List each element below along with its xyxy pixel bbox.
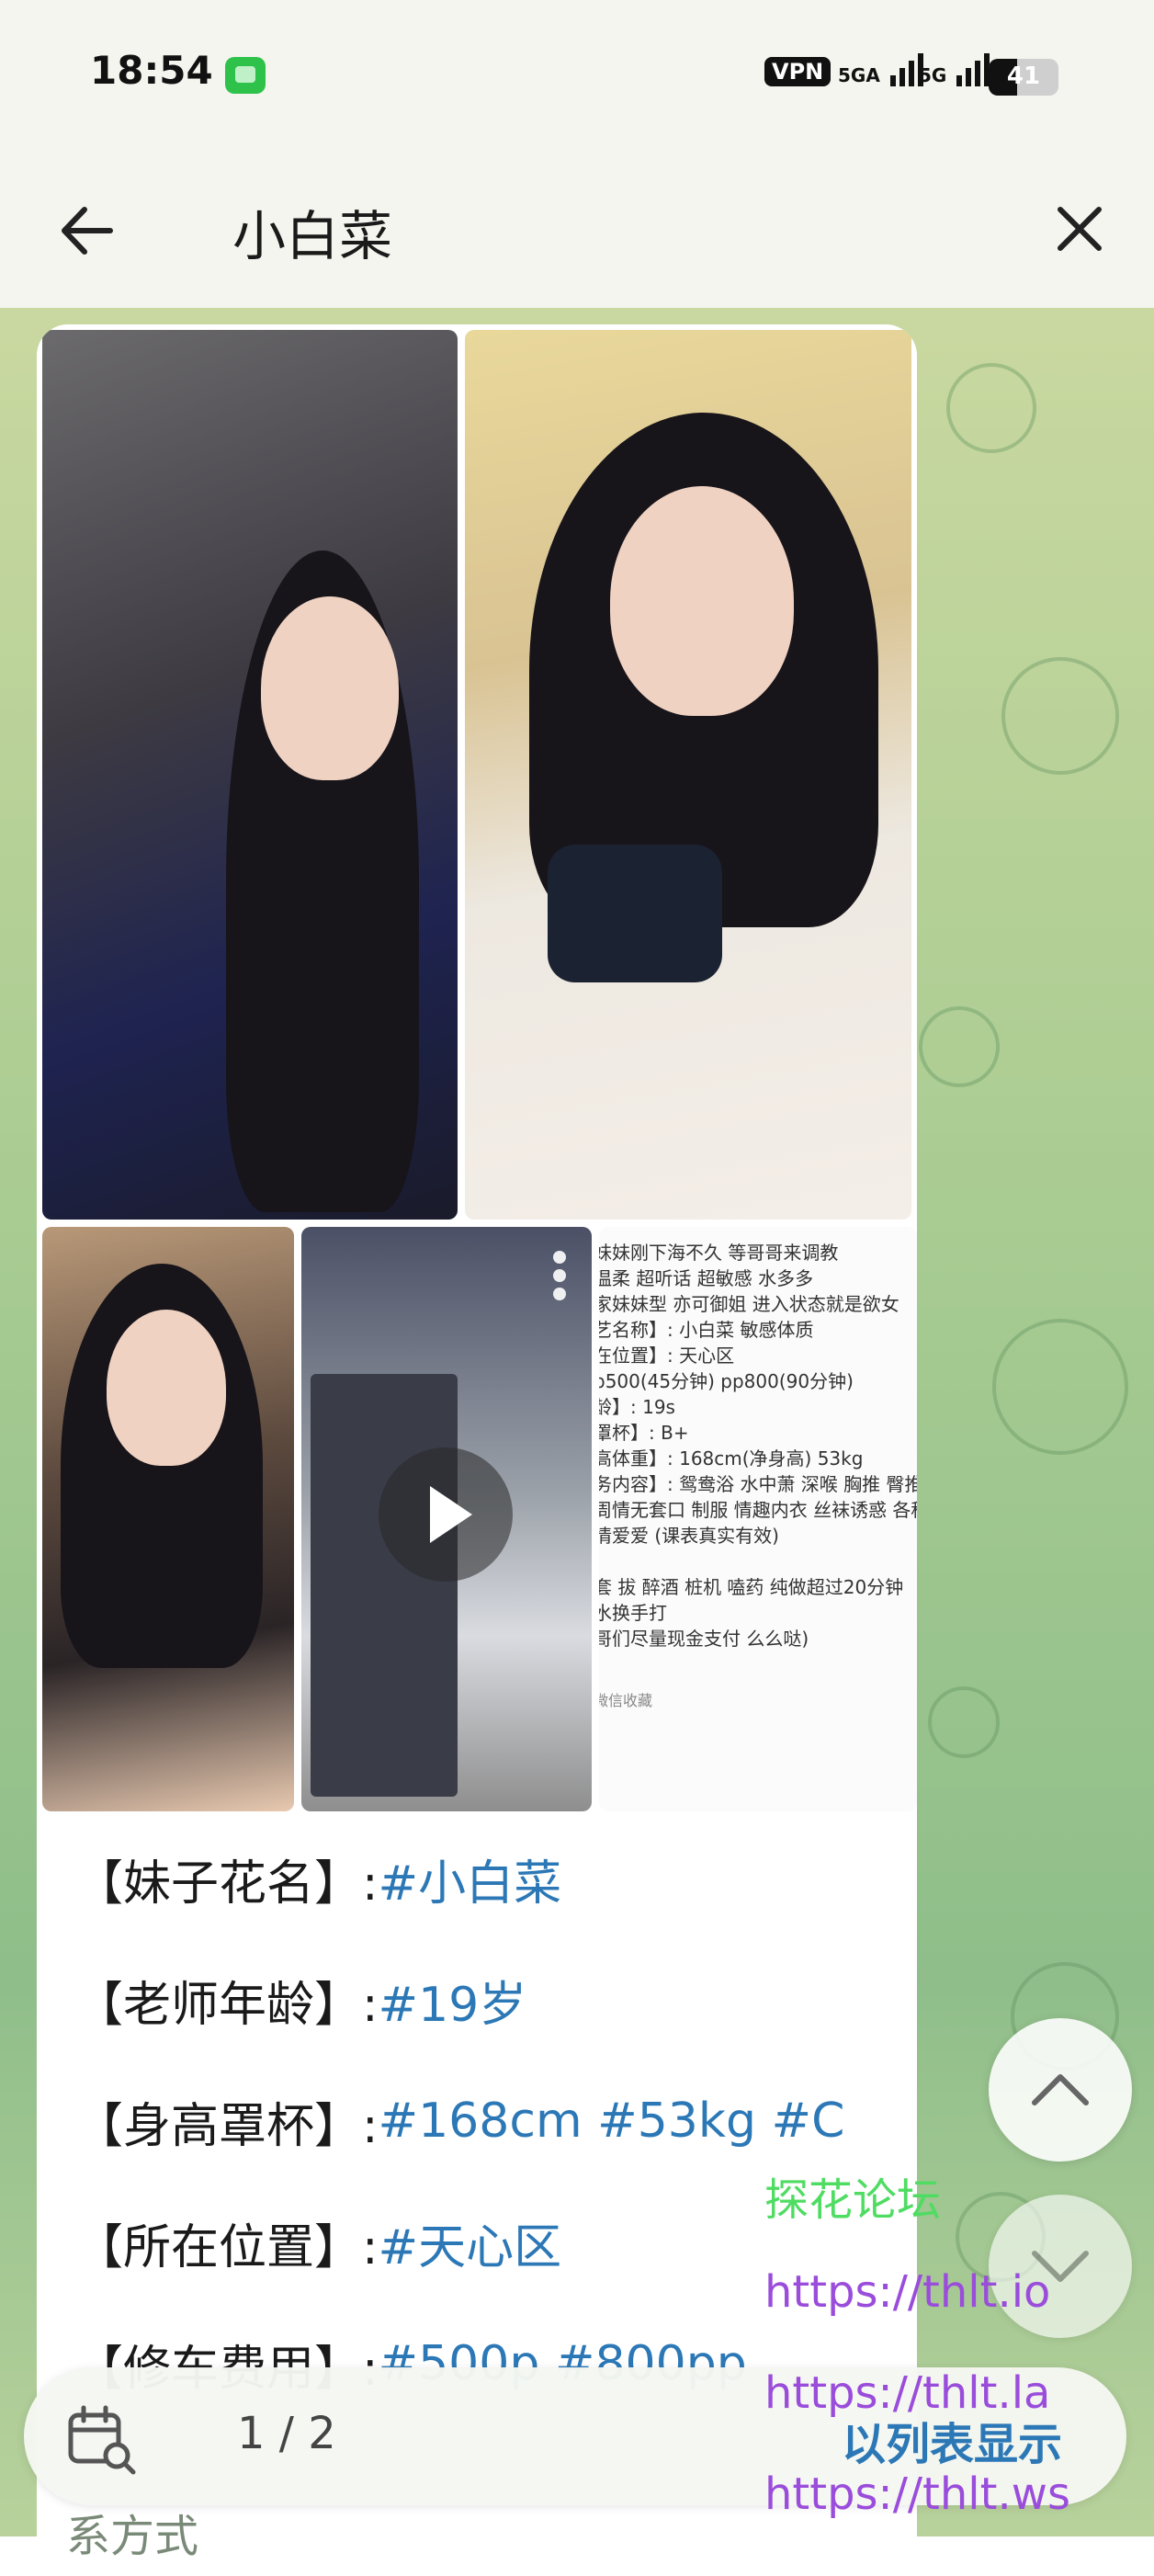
- note-line: 套 拔 醉酒 桩机 嗑药 纯做超过20分钟: [599, 1576, 904, 1598]
- info-line-age: 【老师年龄】: #19岁: [75, 1939, 902, 2060]
- note-line: 妹妹刚下海不久 等哥哥来调教: [599, 1242, 839, 1264]
- battery-level: 41: [1006, 62, 1041, 90]
- info-line-name: 【妹子花名】: #小白菜: [75, 1818, 902, 1939]
- info-label: 【老师年龄】:: [75, 1977, 379, 2033]
- note-screenshot[interactable]: 妹妹刚下海不久 等哥哥来调教 温柔 超听话 超敏感 水多多 家妹妹型 亦可御姐 …: [599, 1227, 917, 1811]
- note-line: 周情无套口 制服 情趣内衣 丝袜诱惑 各种: [599, 1499, 917, 1521]
- more-options-icon[interactable]: [553, 1251, 566, 1306]
- partial-text: 系方式: [66, 2511, 199, 2562]
- note-line: 情爱爱 (课表真实有效): [599, 1525, 779, 1547]
- status-bar: 18:54 VPN 5GA 5G 41: [0, 0, 1154, 156]
- hashtag-link[interactable]: #168cm #53kg #C: [379, 2094, 845, 2149]
- note-footer: 微信收藏: [599, 1692, 653, 1709]
- back-arrow-icon[interactable]: [55, 199, 119, 263]
- vpn-badge: VPN: [764, 57, 832, 86]
- note-line: 罩杯】: B+: [599, 1422, 689, 1444]
- photo-3[interactable]: [42, 1227, 294, 1811]
- signal-2-label: 5G: [919, 64, 947, 86]
- calendar-search-icon[interactable]: [65, 2404, 139, 2478]
- note-line: 艺名称】: 小白菜 敏感体质: [599, 1319, 814, 1341]
- page-indicator: 1 / 2: [237, 2408, 336, 2459]
- chevron-up-icon: [1032, 2074, 1089, 2105]
- photo-1[interactable]: [42, 330, 458, 1220]
- watermark-forum-name: 探花论坛: [764, 2174, 942, 2226]
- clock: 18:54: [90, 48, 213, 93]
- profile-info: 【妹子花名】: #小白菜 【老师年龄】: #19岁 【身高罩杯】: #168cm…: [75, 1818, 902, 2424]
- top-app-bar: 小白菜: [0, 156, 1154, 308]
- note-line: 在位置】: 天心区: [599, 1345, 735, 1367]
- note-line: 龄】: 19s: [599, 1396, 675, 1418]
- info-label: 【妹子花名】:: [75, 1855, 379, 1912]
- message-app-icon: [225, 57, 266, 94]
- signal-1-label: 5GA: [838, 64, 880, 86]
- signal-5ga-icon: 5GA: [838, 53, 927, 86]
- hashtag-link[interactable]: #19岁: [379, 1966, 527, 2035]
- note-line: 务内容】: 鸳鸯浴 水中萧 深喉 胸推 臀推: [599, 1473, 917, 1495]
- video-thumbnail[interactable]: [301, 1227, 592, 1811]
- battery-icon: 41: [989, 59, 1058, 96]
- note-line: [599, 1549, 917, 1574]
- note-line: 家妹妹型 亦可御姐 进入状态就是欲女: [599, 1293, 899, 1315]
- hashtag-link[interactable]: #天心区: [379, 2208, 562, 2277]
- note-line: 高体重】: 168cm(净身高) 53kg: [599, 1447, 864, 1470]
- watermark-url: https://thlt.io: [764, 2266, 1051, 2318]
- info-label: 【所在位置】:: [75, 2219, 379, 2275]
- note-line: p500(45分钟) pp800(90分钟): [599, 1370, 854, 1392]
- play-icon[interactable]: [379, 1447, 513, 1582]
- watermark-url: https://thlt.ws: [764, 2468, 1070, 2520]
- page-title: 小白菜: [232, 205, 393, 267]
- message-bubble: 妹妹刚下海不久 等哥哥来调教 温柔 超听话 超敏感 水多多 家妹妹型 亦可御姐 …: [37, 324, 917, 2576]
- info-label: 【身高罩杯】:: [75, 2098, 379, 2154]
- note-line: 水换手打: [599, 1602, 667, 1624]
- signal-5g-icon: 5G: [919, 53, 993, 86]
- photo-2[interactable]: [465, 330, 911, 1220]
- scroll-up-button[interactable]: [989, 2018, 1132, 2162]
- watermark-url: https://thlt.la: [764, 2367, 1051, 2419]
- close-icon[interactable]: [1047, 197, 1112, 261]
- hashtag-link[interactable]: #小白菜: [379, 1844, 562, 1913]
- note-line: 哥们尽量现金支付 么么哒): [599, 1628, 809, 1650]
- note-line: 温柔 超听话 超敏感 水多多: [599, 1267, 814, 1289]
